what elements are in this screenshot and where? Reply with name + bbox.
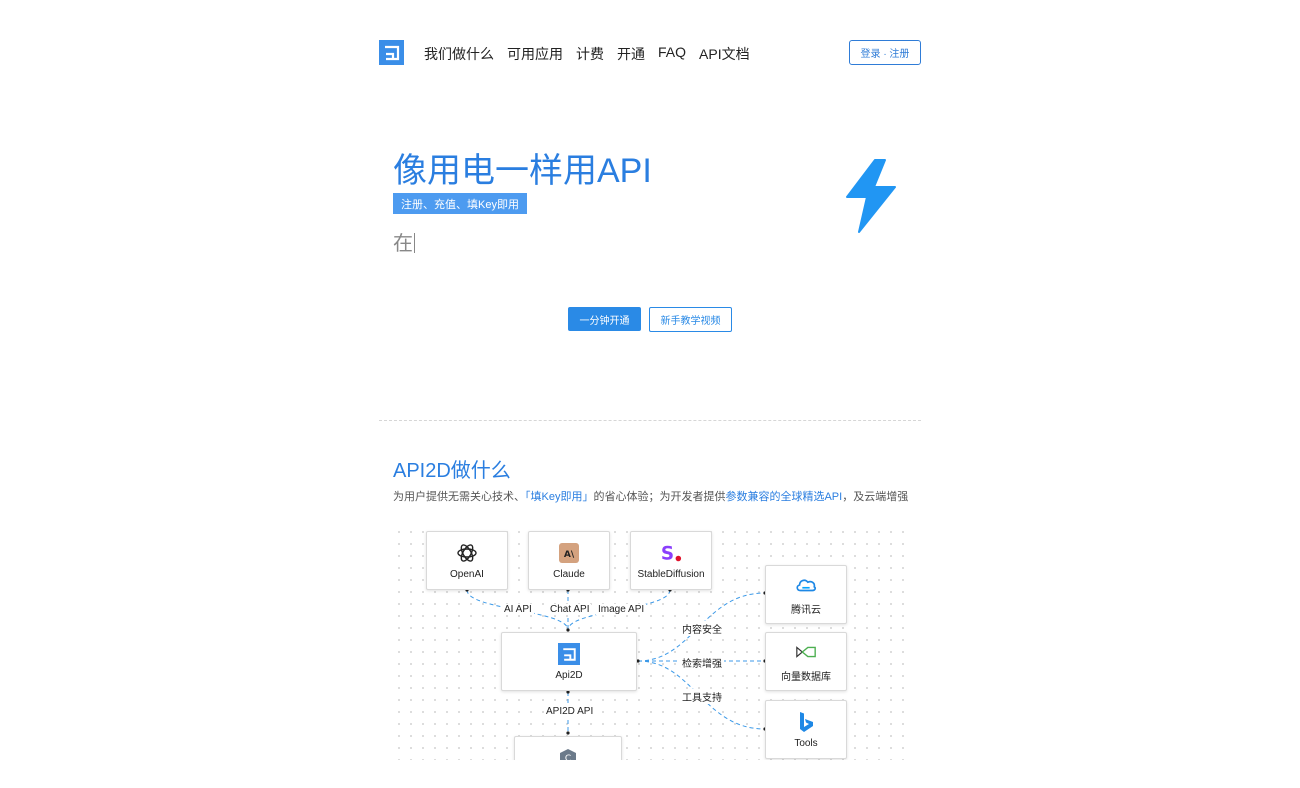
node-label: 向量数据库 — [781, 671, 831, 683]
nav-apps[interactable]: 可用应用 — [507, 44, 563, 64]
node-vector-db: 向量数据库 — [765, 632, 847, 691]
edge-label-content-safety: 内容安全 — [680, 621, 724, 636]
main-nav: 我们做什么 可用应用 计费 开通 FAQ API文档 — [424, 44, 750, 64]
login-register-button[interactable]: 登录 · 注册 — [849, 40, 921, 65]
claude-icon: A\ — [558, 542, 580, 564]
bing-icon — [795, 711, 817, 733]
section-title: API2D做什么 — [393, 460, 511, 482]
nav-faq[interactable]: FAQ — [658, 44, 686, 64]
typing-caret — [414, 233, 415, 253]
api2d-icon — [558, 642, 580, 665]
section-divider — [379, 420, 921, 421]
node-stablediffusion: S StableDiffusion — [630, 531, 712, 590]
svg-text:C: C — [565, 754, 571, 760]
lightning-bolt-icon — [846, 159, 896, 233]
node-claude: A\ Claude — [528, 531, 610, 590]
api2d-logo-icon[interactable] — [379, 40, 404, 65]
nav-what-we-do[interactable]: 我们做什么 — [424, 44, 494, 64]
openai-icon — [456, 542, 478, 564]
edge-label-tool-support: 工具支持 — [680, 689, 724, 704]
nav-pricing[interactable]: 计费 — [576, 44, 604, 64]
node-label: StableDiffusion — [637, 568, 705, 580]
node-label: Tools — [794, 737, 818, 749]
svg-text:S: S — [661, 543, 674, 564]
tencent-cloud-icon — [795, 574, 817, 596]
section-description: 为用户提供无需关心技术、「填Key即用」的省心体验；为开发者提供参数兼容的全球精… — [393, 491, 909, 503]
node-openai: OpenAI — [426, 531, 508, 590]
hero-title: 像用电一样用API — [393, 152, 652, 190]
edge-label-search-enhance: 检索增强 — [680, 655, 724, 670]
svg-text:A\: A\ — [564, 550, 575, 560]
node-client: C — [514, 736, 622, 760]
node-api2d: Api2D — [501, 632, 637, 691]
edge-label-image-api: Image API — [596, 604, 647, 615]
node-label: Api2D — [555, 669, 583, 681]
node-label: 腾讯云 — [791, 604, 821, 616]
edge-label-api2d-api: API2D API — [544, 706, 596, 717]
vector-db-icon — [795, 641, 817, 663]
node-label: Claude — [553, 568, 585, 580]
hero-tag: 注册、充值、填Key即用 — [393, 193, 527, 214]
nav-api-docs[interactable]: API文档 — [699, 44, 750, 64]
client-app-icon: C — [557, 746, 579, 760]
tutorial-video-button[interactable]: 新手教学视频 — [649, 307, 732, 332]
page: 我们做什么 可用应用 计费 开通 FAQ API文档 登录 · 注册 像用电一样… — [379, 0, 921, 788]
edge-label-ai-api: AI API — [502, 604, 534, 615]
edge-label-chat-api: Chat API — [548, 604, 592, 615]
node-tencent-cloud: 腾讯云 — [765, 565, 847, 624]
nav-open[interactable]: 开通 — [617, 44, 645, 64]
architecture-diagram: OpenAI A\ Claude S StableDiffusion Api2D… — [393, 526, 909, 760]
node-tools: Tools — [765, 700, 847, 759]
stablediffusion-icon: S — [660, 542, 682, 564]
hero-typing-text: 在 — [393, 233, 415, 255]
node-label: OpenAI — [450, 568, 484, 580]
quick-open-button[interactable]: 一分钟开通 — [568, 307, 641, 331]
